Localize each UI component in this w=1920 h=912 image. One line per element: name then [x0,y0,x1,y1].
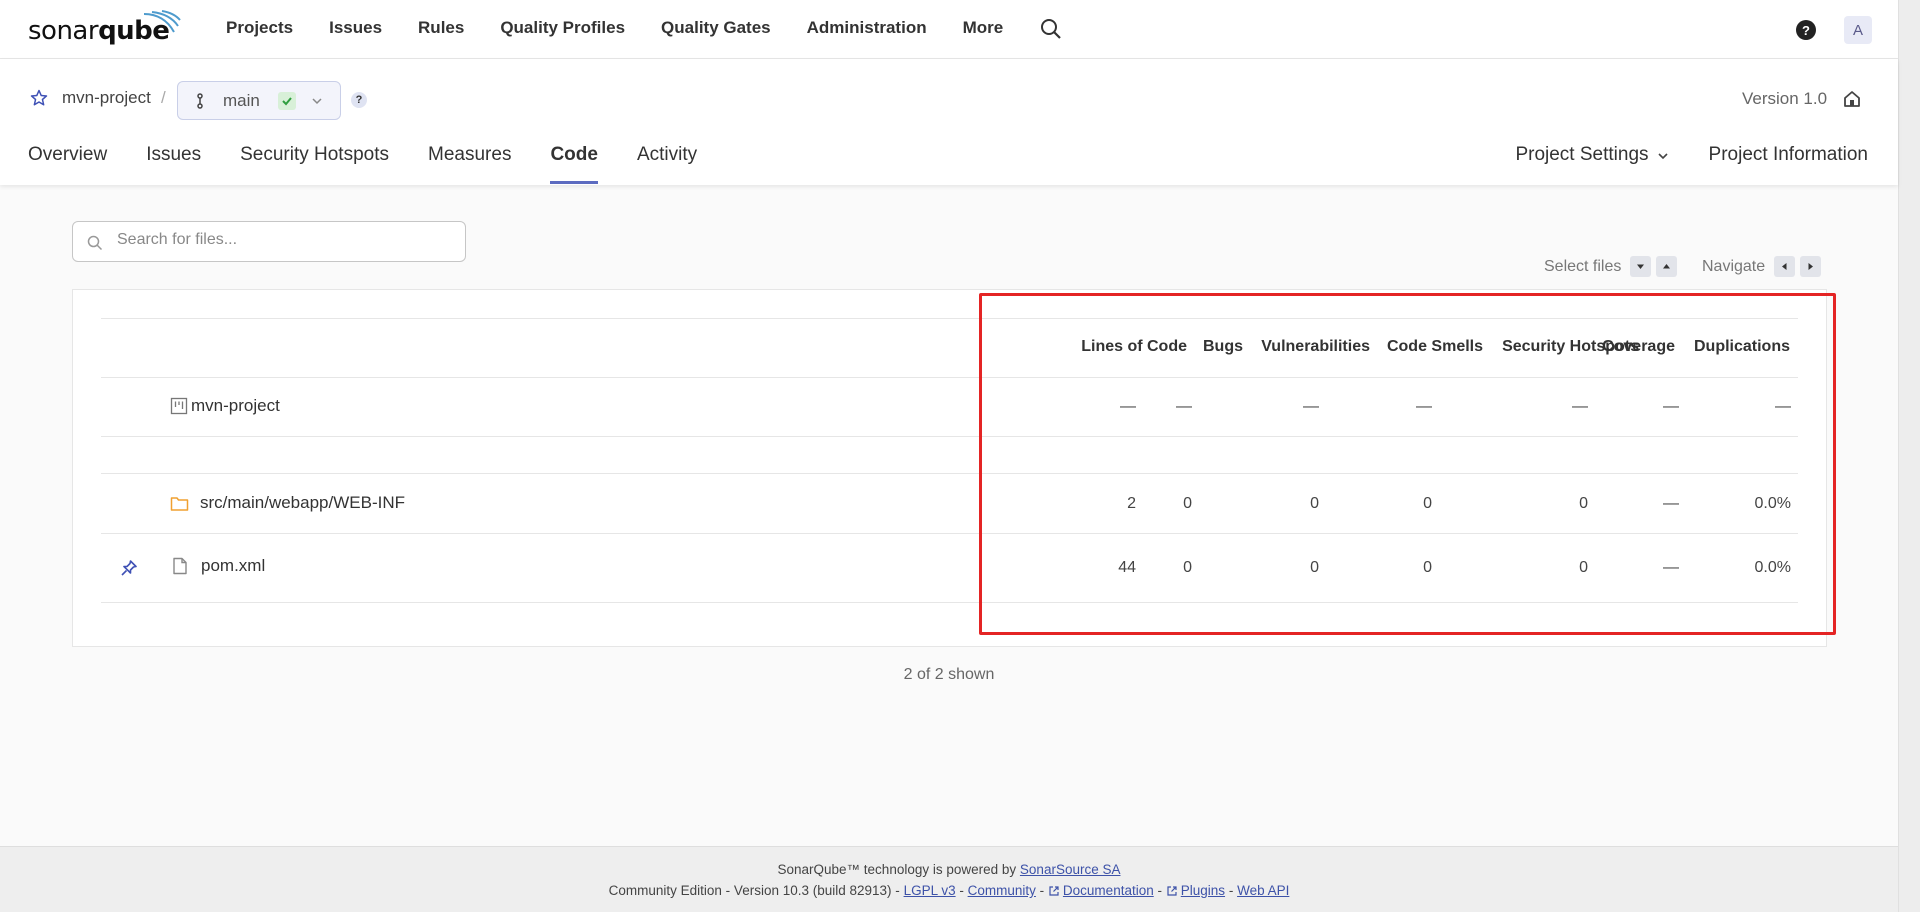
arrow-down-icon [1630,256,1652,277]
header-code-smells: Code Smells [1386,338,1483,355]
row1-bugs[interactable]: 0 [1183,495,1192,513]
header-lines-of-code: Lines of Code [1081,338,1187,355]
help-icon[interactable]: ? [1796,20,1816,40]
nav-administration[interactable]: Administration [807,18,927,38]
root-loc: — [1120,398,1136,415]
branch-selector[interactable]: main [177,81,341,120]
tab-code[interactable]: Code [550,144,598,184]
nav-issues[interactable]: Issues [329,18,382,38]
branch-name: main [223,91,260,110]
pin-icon[interactable] [120,559,138,577]
root-component[interactable]: mvn-project [170,396,280,416]
sonarqube-logo[interactable]: sonarqube [28,10,181,46]
results-count: 2 of 2 shown [903,666,995,683]
project-icon [170,397,188,415]
breadcrumb-project[interactable]: mvn-project [62,88,151,108]
header-duplications: Duplications [1693,338,1790,355]
favorite-star-icon[interactable] [30,89,48,107]
row2-vulnerabilities[interactable]: 0 [1310,559,1319,577]
root-bugs: — [1176,398,1192,415]
home-icon[interactable] [1842,89,1862,109]
row1-coverage: — [1663,495,1679,512]
header-vulnerabilities: Vulnerabilities [1261,338,1370,355]
file-icon [173,557,187,575]
page-footer: SonarQube™ technology is powered by Sona… [0,846,1898,912]
arrow-left-icon [1774,256,1796,277]
nav-rules[interactable]: Rules [418,18,464,38]
code-table: Lines of Code Bugs Vulnerabilities Code … [72,289,1827,647]
nav-quality-gates[interactable]: Quality Gates [661,18,771,38]
tab-overview[interactable]: Overview [28,144,107,184]
row2-security-hotspots[interactable]: 0 [1579,559,1588,577]
select-files-hint: Select files [1544,256,1678,277]
root-duplications: — [1775,398,1791,415]
project-right-tabs: Project Settings Project Information [1475,144,1868,166]
file-search [72,221,466,262]
root-vulnerabilities: — [1303,398,1319,415]
table-row[interactable]: src/main/webapp/WEB-INF [170,493,405,513]
top-navbar: sonarqube Projects Issues Rules Quality … [0,0,1898,59]
chevron-down-icon [1657,153,1668,160]
header-bugs: Bugs [1203,338,1243,355]
root-security-hotspots: — [1572,398,1588,415]
project-version: Version 1.0 [1742,89,1828,108]
nav-more[interactable]: More [963,18,1004,38]
row1-security-hotspots[interactable]: 0 [1579,495,1588,513]
arrow-right-icon [1800,256,1822,277]
breadcrumb-separator: / [161,88,166,107]
quality-gate-passed-icon [278,92,296,110]
row2-duplications[interactable]: 0.0% [1755,559,1791,577]
row1-code-smells[interactable]: 0 [1423,495,1432,513]
search-icon[interactable] [1040,18,1062,40]
lgpl-link[interactable]: LGPL v3 [904,883,956,898]
sonarsource-link[interactable]: SonarSource SA [1020,862,1121,877]
row2-coverage: — [1663,559,1679,576]
logo-waves-icon [143,10,181,33]
search-icon [87,235,103,251]
root-coverage: — [1663,398,1679,415]
row1-vulnerabilities[interactable]: 0 [1310,495,1319,513]
arrow-up-icon [1656,256,1678,277]
tab-issues[interactable]: Issues [146,144,201,184]
nav-quality-profiles[interactable]: Quality Profiles [500,18,625,38]
main-nav: Projects Issues Rules Quality Profiles Q… [226,0,1039,56]
web-api-link[interactable]: Web API [1237,883,1289,898]
nav-projects[interactable]: Projects [226,18,293,38]
search-input[interactable] [117,231,437,249]
row1-duplications[interactable]: 0.0% [1755,495,1791,513]
header-coverage: Coverage [1602,338,1675,355]
root-code-smells: — [1416,398,1432,415]
avatar[interactable]: A [1844,16,1872,44]
component-name: src/main/webapp/WEB-INF [200,493,405,512]
documentation-link[interactable]: Documentation [1063,883,1154,898]
tab-activity[interactable]: Activity [637,144,697,184]
branch-help-icon[interactable]: ? [351,92,367,108]
plugins-link[interactable]: Plugins [1181,883,1225,898]
tab-project-information[interactable]: Project Information [1709,144,1868,166]
tab-security-hotspots[interactable]: Security Hotspots [240,144,389,184]
project-tabs: Overview Issues Security Hotspots Measur… [28,144,736,184]
row2-loc[interactable]: 44 [1118,559,1136,577]
table-row[interactable]: pom.xml [172,556,265,576]
row2-code-smells[interactable]: 0 [1423,559,1432,577]
chevron-down-icon [312,98,322,105]
component-name: pom.xml [201,556,266,575]
branch-icon [197,93,203,109]
external-link-icon [1167,886,1177,896]
row2-bugs[interactable]: 0 [1183,559,1192,577]
tab-project-settings[interactable]: Project Settings [1515,144,1668,166]
folder-icon [170,496,189,511]
community-link[interactable]: Community [968,883,1036,898]
tab-measures[interactable]: Measures [428,144,511,184]
row1-loc[interactable]: 2 [1127,495,1136,513]
external-link-icon [1049,886,1059,896]
scrollbar-gutter [1898,0,1920,912]
navigate-hint: Navigate [1702,256,1822,277]
project-header: mvn-project / main ? Version 1.0 Overvie… [0,59,1898,185]
